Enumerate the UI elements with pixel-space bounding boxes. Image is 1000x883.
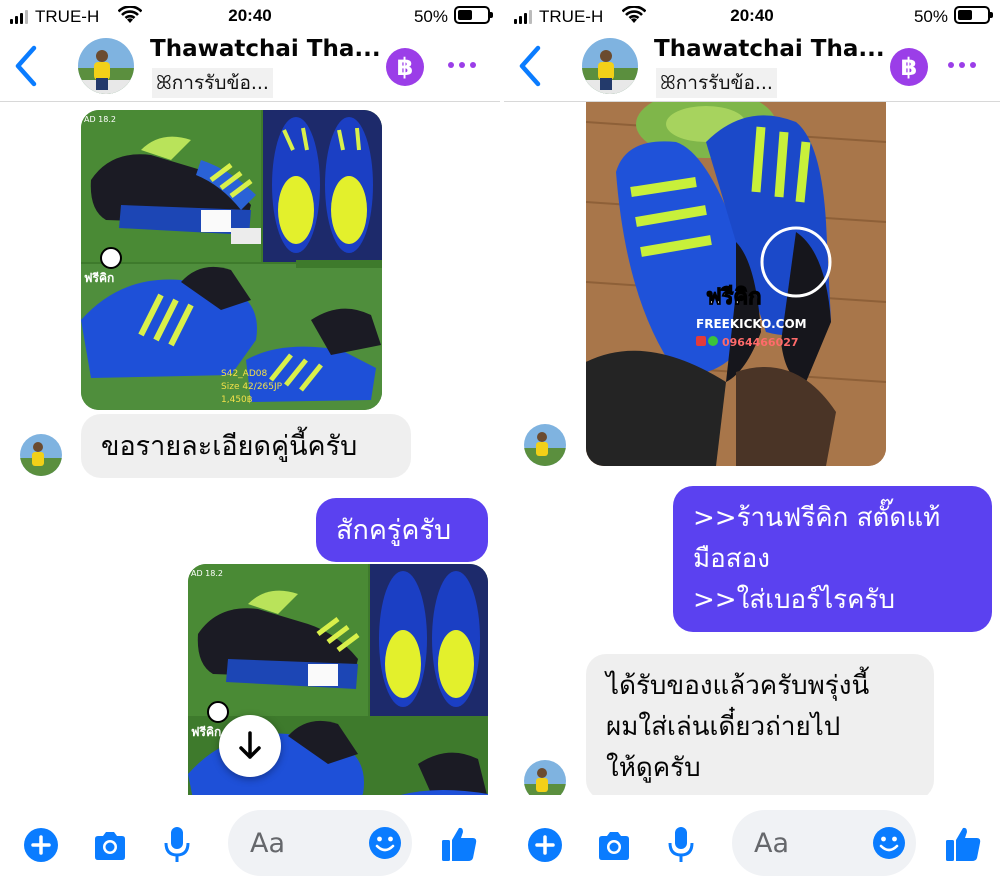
contact-subtitle: ꕤการรับข้อ...: [656, 68, 777, 98]
back-chevron-icon[interactable]: [516, 44, 546, 88]
contact-name[interactable]: Thawatchai Tha...: [654, 36, 885, 62]
watermark-phone: 0964466027: [722, 336, 799, 349]
contact-subtitle: ꕤการรับข้อ...: [152, 68, 273, 98]
photo-caption-line-2: Size 42/265JP: [221, 382, 283, 392]
watermark-brand: ฟรีคิก: [706, 285, 761, 310]
battery-percent: 50%: [913, 7, 948, 26]
watermark-site: FREEKICKO.COM: [696, 317, 807, 331]
message-list[interactable]: ฟรีคิก FREEKICKO.COM 0964466027 >>ร้านฟร…: [504, 102, 1000, 795]
camera-icon[interactable]: [596, 831, 632, 861]
battery-icon: [454, 6, 493, 24]
contact-avatar-small[interactable]: [524, 424, 566, 466]
back-chevron-icon[interactable]: [12, 44, 42, 88]
contact-avatar-small[interactable]: [20, 434, 62, 476]
contact-avatar-small[interactable]: [524, 760, 566, 795]
chat-screen-left: TRUE-H 20:40 50% Thawatchai Tha... ꕤการร…: [0, 0, 500, 883]
message-input[interactable]: [754, 824, 864, 862]
contact-name[interactable]: Thawatchai Tha...: [150, 36, 381, 62]
bitcoin-badge-icon[interactable]: ฿: [386, 48, 424, 86]
message-input-box[interactable]: [732, 810, 916, 876]
message-input-box[interactable]: [228, 810, 412, 876]
plus-icon[interactable]: [528, 828, 562, 862]
shoe-photo-1[interactable]: ฟรีคิก AD 18.2 S42_AD08 Size 42/265JP 1,…: [81, 110, 382, 410]
sent-message[interactable]: >>ร้านฟรีคิก สตั๊ดแท้ มือสอง >>ใส่เบอร์ไ…: [673, 486, 992, 632]
sent-message[interactable]: สักครู่ครับ: [316, 498, 488, 562]
chat-screen-right: TRUE-H 20:40 50% Thawatchai Tha... ꕤการร…: [504, 0, 1000, 883]
battery-percent: 50%: [413, 7, 448, 26]
received-message[interactable]: ขอรายละเอียดคู่นี้ครับ: [81, 414, 411, 478]
camera-icon[interactable]: [92, 831, 128, 861]
bitcoin-badge-icon[interactable]: ฿: [890, 48, 928, 86]
composer-bar: [504, 795, 1000, 883]
more-dots-icon[interactable]: [948, 62, 976, 68]
emoji-icon[interactable]: [872, 826, 906, 860]
down-arrow-icon: [239, 731, 261, 759]
scroll-to-bottom-button[interactable]: [219, 715, 281, 777]
composer-bar: [0, 795, 500, 883]
chat-header: Thawatchai Tha... ꕤการรับข้อ... ฿: [504, 34, 1000, 102]
thumbs-up-icon[interactable]: [440, 825, 478, 863]
message-list[interactable]: ฟรีคิก AD 18.2 S42_AD08 Size 42/265JP 1,…: [0, 102, 500, 795]
mic-icon[interactable]: [162, 826, 192, 864]
chat-header: Thawatchai Tha... ꕤการรับข้อ... ฿: [0, 34, 500, 102]
photo-corner-text: AD 18.2: [191, 569, 223, 578]
plus-icon[interactable]: [24, 828, 58, 862]
photo-caption-line-1: S42_AD08: [221, 369, 267, 379]
message-input[interactable]: [250, 824, 360, 862]
status-bar: TRUE-H 20:40 50%: [504, 0, 1000, 34]
received-message[interactable]: ได้รับของแล้วครับพรุ่งนี้ ผมใส่เล่นเดี๋ย…: [586, 654, 934, 795]
photo-caption-line-3: 1,450฿: [221, 395, 253, 405]
contact-avatar[interactable]: [582, 38, 638, 94]
contact-avatar[interactable]: [78, 38, 134, 94]
emoji-icon[interactable]: [368, 826, 402, 860]
more-dots-icon[interactable]: [448, 62, 476, 68]
thumbs-up-icon[interactable]: [944, 825, 982, 863]
photo-brand-text: ฟรีคิก: [84, 271, 114, 285]
shoe-photo-received[interactable]: ฟรีคิก FREEKICKO.COM 0964466027: [586, 102, 886, 466]
battery-icon: [954, 6, 993, 24]
mic-icon[interactable]: [666, 826, 696, 864]
photo-corner-text: AD 18.2: [84, 115, 116, 124]
photo-brand-text: ฟรีคิก: [191, 725, 221, 739]
status-bar: TRUE-H 20:40 50%: [0, 0, 500, 34]
